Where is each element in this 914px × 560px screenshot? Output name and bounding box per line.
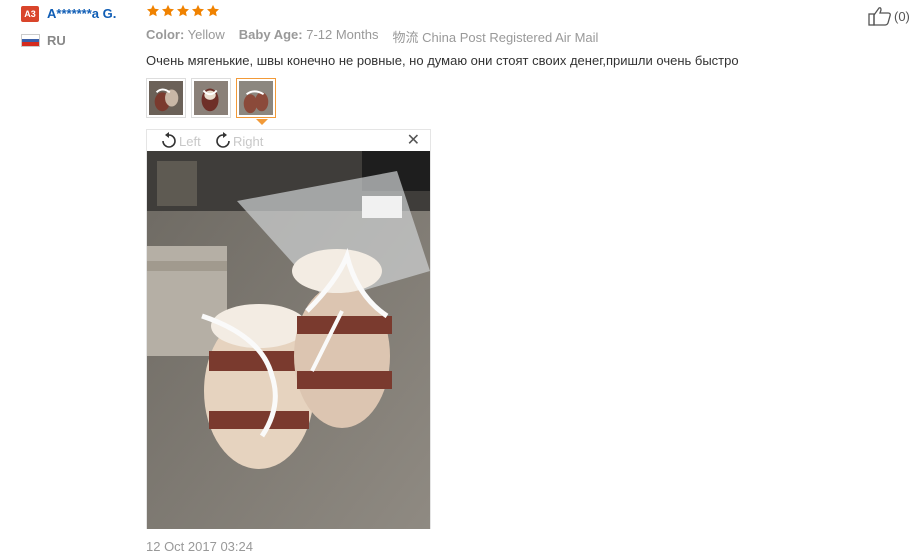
- review-text: Очень мягенькие, швы конечно не ровные, …: [146, 53, 739, 68]
- review-date: 12 Oct 2017 03:24: [146, 539, 253, 554]
- star-icon: [161, 4, 175, 17]
- star-icon: [206, 4, 220, 17]
- attribute-shipping: 物流 China Post Registered Air Mail: [392, 30, 599, 45]
- reviewer-name[interactable]: A*******a G.: [47, 6, 116, 21]
- order-attributes: Color: Yellow Baby Age: 7-12 Months 物流 C…: [146, 27, 598, 46]
- reviewer-country: RU: [47, 33, 66, 48]
- helpful-count: (0): [894, 8, 910, 24]
- russia-flag-icon: [21, 34, 40, 47]
- reviewer-level-badge: A3: [21, 6, 39, 22]
- shoe-photo-icon: [239, 81, 273, 115]
- close-viewer-button[interactable]: ✕: [407, 132, 420, 150]
- star-icon: [191, 4, 205, 17]
- photo-thumbnail[interactable]: [146, 78, 186, 118]
- rotate-left-button[interactable]: Left: [159, 132, 201, 150]
- star-rating: [146, 4, 220, 18]
- attribute-baby-age: Baby Age: 7-12 Months: [238, 27, 379, 42]
- star-icon: [176, 4, 190, 17]
- rotate-left-icon: [162, 132, 176, 148]
- shoe-photo-icon: [194, 81, 228, 115]
- photo-thumbnail-active[interactable]: [236, 78, 276, 118]
- helpful-button[interactable]: (0): [868, 6, 910, 26]
- active-thumbnail-pointer: [256, 119, 268, 125]
- photo-thumbnails: [146, 78, 276, 118]
- rotate-right-button[interactable]: Right: [213, 132, 263, 150]
- attribute-color: Color: Yellow: [146, 27, 225, 42]
- shoe-photo-icon: [149, 81, 183, 115]
- star-icon: [146, 4, 160, 17]
- rotate-right-icon: [216, 132, 230, 148]
- photo-thumbnail[interactable]: [191, 78, 231, 118]
- review-photo: [147, 151, 430, 529]
- photo-viewer: Left Right ✕: [146, 129, 431, 529]
- thumbs-up-icon: [868, 7, 891, 26]
